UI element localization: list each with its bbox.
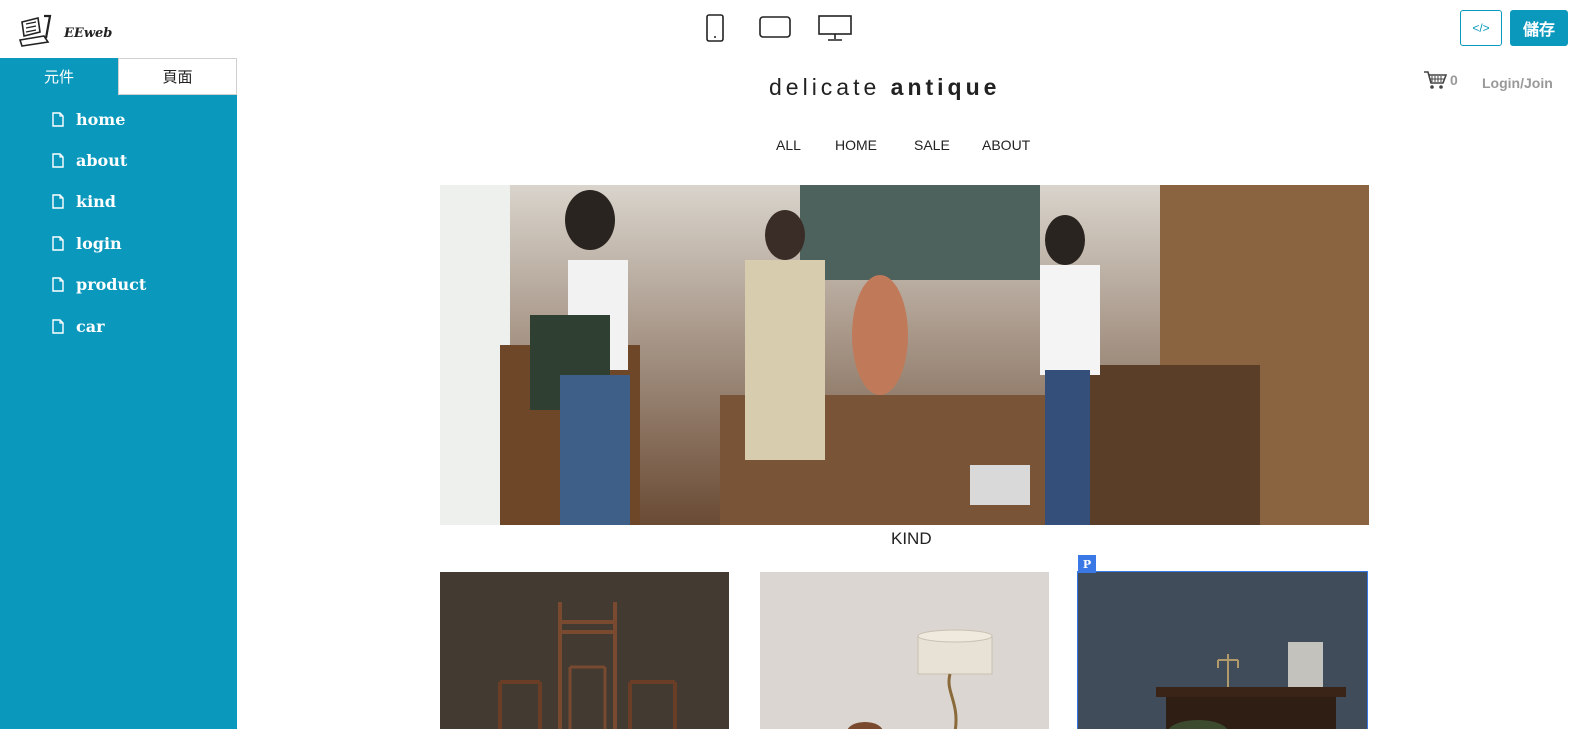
menu-item-sale[interactable]: SALE [914, 137, 950, 153]
sidebar-tabs: 元件 頁面 [0, 58, 237, 95]
file-icon [52, 276, 64, 292]
selected-element-badge: P [1078, 555, 1096, 573]
menu-item-about[interactable]: ABOUT [982, 137, 1030, 153]
page-item-label: kind [76, 191, 116, 211]
mobile-icon[interactable] [706, 14, 724, 42]
file-icon [52, 318, 64, 334]
page-item-label: about [76, 150, 128, 170]
page-item-label: home [76, 109, 126, 129]
cart-count: 0 [1450, 72, 1458, 88]
page-item-kind[interactable]: kind [52, 189, 116, 213]
page-item-about[interactable]: about [52, 148, 127, 172]
eeweb-logo: EEweb [14, 12, 112, 50]
category-image-lamp[interactable] [760, 572, 1049, 729]
page-item-label: product [76, 274, 147, 294]
page-item-login[interactable]: login [52, 231, 122, 255]
save-button[interactable]: 儲存 [1510, 10, 1568, 46]
desktop-icon[interactable] [818, 14, 852, 42]
file-icon [52, 152, 64, 168]
page-item-label: login [76, 233, 122, 253]
file-icon [52, 235, 64, 251]
file-icon [52, 111, 64, 127]
menu-item-home[interactable]: HOME [835, 137, 877, 153]
site-brand[interactable]: delicate antique [769, 74, 1000, 101]
cart-icon [1424, 71, 1447, 89]
brand-bold: antique [890, 74, 1001, 100]
editor-topbar: EEweb </> 儲存 [0, 0, 1590, 58]
page-item-car[interactable]: car [52, 314, 105, 338]
category-image-chairs[interactable] [440, 572, 729, 729]
page-item-home[interactable]: home [52, 107, 125, 131]
category-image-mantel[interactable] [1077, 571, 1368, 729]
section-title: KIND [891, 529, 932, 548]
logo-text: EEweb [64, 26, 113, 41]
menu-item-all[interactable]: ALL [776, 137, 801, 153]
cart-link[interactable]: 0 [1423, 70, 1458, 90]
brand-light: delicate [769, 74, 881, 100]
hero-image[interactable] [440, 185, 1369, 525]
tab-components[interactable]: 元件 [0, 58, 118, 95]
logo-mark-icon [18, 14, 52, 47]
tablet-icon[interactable] [759, 14, 791, 40]
file-icon [52, 193, 64, 209]
page-item-label: car [76, 316, 105, 336]
tab-pages[interactable]: 頁面 [118, 58, 237, 95]
page-item-product[interactable]: product [52, 272, 146, 296]
login-link[interactable]: Login/Join [1482, 75, 1553, 91]
editor-sidebar: 元件 頁面 home about kind login product car [0, 58, 237, 729]
code-view-button[interactable]: </> [1460, 10, 1502, 46]
page-canvas: delicate antique 0 Login/Join ALL HOME S… [237, 58, 1590, 729]
